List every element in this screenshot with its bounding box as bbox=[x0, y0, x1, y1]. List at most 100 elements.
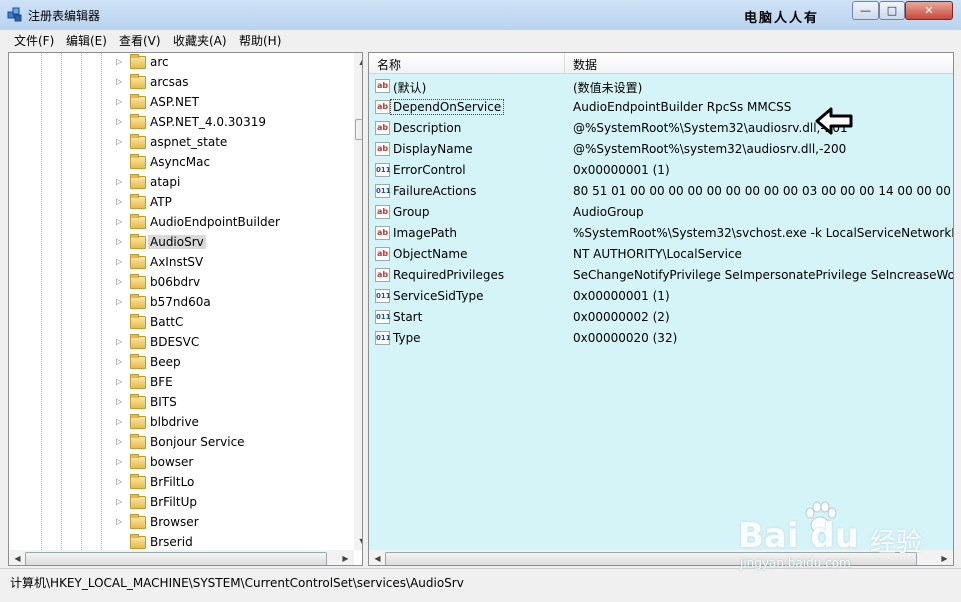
expand-arrow-icon[interactable]: ▷ bbox=[116, 97, 122, 106]
minimize-button[interactable]: — bbox=[852, 1, 879, 20]
scroll-up-arrow-icon[interactable]: ▲ bbox=[354, 57, 362, 66]
value-row[interactable]: ab DependOnService AudioEndpointBuilder Rp… bbox=[369, 97, 953, 118]
expand-arrow-icon[interactable]: ▷ bbox=[116, 177, 122, 186]
expand-arrow-icon[interactable]: ▷ bbox=[116, 397, 122, 406]
tree-item[interactable]: ▷ ATP bbox=[9, 193, 349, 213]
value-row[interactable]: ab Group AudioGroup bbox=[369, 202, 953, 223]
expand-arrow-icon[interactable]: ▷ bbox=[116, 57, 122, 66]
tree-vertical-scrollbar[interactable]: ▲ ▼ bbox=[354, 53, 362, 550]
tree-item[interactable]: ▷ blbdrive bbox=[9, 413, 349, 433]
values-list-pane[interactable]: 名称 数据 ab (默认) (数值未设置) ab DependOnService Audi… bbox=[368, 52, 954, 566]
maximize-button[interactable]: □ bbox=[879, 1, 905, 20]
tree-item[interactable]: ▷ ASP.NET_4.0.30319 bbox=[9, 113, 349, 133]
menu-view[interactable]: 查看(V) bbox=[119, 32, 161, 49]
expand-arrow-icon[interactable]: ▷ bbox=[116, 217, 122, 226]
expand-arrow-icon[interactable]: ▷ bbox=[116, 137, 122, 146]
scroll-left-arrow-icon[interactable]: ◀ bbox=[369, 554, 386, 563]
expand-arrow-icon[interactable]: ▷ bbox=[116, 437, 122, 446]
expand-arrow-icon[interactable]: ▷ bbox=[116, 77, 122, 86]
value-row[interactable]: ab Description @%SystemRoot%\System32\audi… bbox=[369, 118, 953, 139]
expand-arrow-icon[interactable]: ▷ bbox=[116, 117, 122, 126]
tree-item[interactable]: ▷ Bonjour Service bbox=[9, 433, 349, 453]
tree-item[interactable]: ▷ BFE bbox=[9, 373, 349, 393]
expand-arrow-icon[interactable]: ▷ bbox=[116, 357, 122, 366]
tree-item[interactable]: ▷ BrFiltUp bbox=[9, 493, 349, 513]
tree-item[interactable]: ▷ aspnet_state bbox=[9, 133, 349, 153]
baidu-logo-text: Bai du bbox=[738, 516, 859, 556]
value-name: FailureActions bbox=[393, 184, 477, 198]
tree-item[interactable]: ▷ Browser bbox=[9, 513, 349, 533]
expand-arrow-icon[interactable]: ▷ bbox=[116, 457, 122, 466]
string-value-icon: ab bbox=[375, 100, 390, 114]
value-row[interactable]: 011 ErrorControl 0x00000001 (1) bbox=[369, 160, 953, 181]
column-divider[interactable] bbox=[564, 53, 565, 73]
expand-arrow-icon[interactable]: ▷ bbox=[116, 277, 122, 286]
value-name: (默认) bbox=[393, 81, 427, 95]
tree-item-label: AxInstSV bbox=[150, 255, 204, 269]
tree-item[interactable]: ▷ b06bdrv bbox=[9, 273, 349, 293]
tree-item[interactable]: ▷ AudioEndpointBuilder bbox=[9, 213, 349, 233]
value-row[interactable]: 011 ServiceSidType 0x00000001 (1) bbox=[369, 286, 953, 307]
tree-item[interactable]: BattC bbox=[9, 313, 349, 333]
tree-item[interactable]: ▷ arcsas bbox=[9, 73, 349, 93]
scroll-down-arrow-icon[interactable]: ▼ bbox=[354, 537, 362, 546]
value-row[interactable]: ab ImagePath %SystemRoot%\System32\svchost… bbox=[369, 223, 953, 244]
window-title: 注册表编辑器 bbox=[28, 9, 101, 23]
expand-arrow-icon[interactable]: ▷ bbox=[116, 237, 122, 246]
close-button[interactable]: ✕ bbox=[905, 1, 953, 20]
value-row[interactable]: 011 Start 0x00000002 (2) bbox=[369, 307, 953, 328]
tree-item[interactable]: AsyncMac bbox=[9, 153, 349, 173]
expand-arrow-icon[interactable]: ▷ bbox=[116, 257, 122, 266]
scroll-right-arrow-icon[interactable]: ▶ bbox=[337, 554, 354, 563]
expand-arrow-icon[interactable]: ▷ bbox=[116, 197, 122, 206]
tree-item-label: Beep bbox=[150, 355, 181, 369]
value-row[interactable]: ab ObjectName NT AUTHORITY\LocalService bbox=[369, 244, 953, 265]
value-row[interactable]: 011 Type 0x00000020 (32) bbox=[369, 328, 953, 349]
value-row[interactable]: ab DisplayName @%SystemRoot%\system32\audi… bbox=[369, 139, 953, 160]
key-path: 计算机\HKEY_LOCAL_MACHINE\SYSTEM\CurrentCon… bbox=[10, 576, 464, 590]
scroll-thumb[interactable] bbox=[355, 119, 362, 140]
folder-icon bbox=[130, 234, 146, 249]
tree-item[interactable]: ▷ BrFiltLo bbox=[9, 473, 349, 493]
string-value-icon: ab bbox=[375, 79, 390, 93]
tree-item-label: BITS bbox=[150, 395, 177, 409]
expand-arrow-icon[interactable]: ▷ bbox=[116, 497, 122, 506]
expand-arrow-icon[interactable]: ▷ bbox=[116, 477, 122, 486]
tree-item[interactable]: ▷ AxInstSV bbox=[9, 253, 349, 273]
tree-item-label: Bonjour Service bbox=[150, 435, 245, 449]
value-data: AudioEndpointBuilder RpcSs MMCSS bbox=[573, 100, 792, 114]
scroll-thumb[interactable] bbox=[25, 552, 327, 565]
menu-file[interactable]: 文件(F) bbox=[14, 32, 54, 49]
value-row[interactable]: ab RequiredPrivileges SeChangeNotifyPrivil… bbox=[369, 265, 953, 286]
scroll-right-arrow-icon[interactable]: ▶ bbox=[936, 554, 953, 563]
column-header-name[interactable]: 名称 bbox=[377, 56, 401, 73]
key-tree-pane[interactable]: ▷ arc ▷ arcsas ▷ ASP.NET ▷ ASP.NET_4.0.30319 ▷ as… bbox=[8, 52, 363, 566]
expand-arrow-icon[interactable]: ▷ bbox=[116, 517, 122, 526]
column-header-data[interactable]: 数据 bbox=[573, 56, 597, 73]
tree-item[interactable]: ▷ AudioSrv bbox=[9, 233, 349, 253]
expand-arrow-icon[interactable]: ▷ bbox=[116, 337, 122, 346]
value-row[interactable]: ab (默认) (数值未设置) bbox=[369, 76, 953, 97]
tree-item[interactable]: ▷ atapi bbox=[9, 173, 349, 193]
folder-icon bbox=[130, 294, 146, 309]
tree-item[interactable]: ▷ BITS bbox=[9, 393, 349, 413]
tree-item[interactable]: ▷ arc bbox=[9, 53, 349, 73]
expand-arrow-icon[interactable]: ▷ bbox=[116, 417, 122, 426]
tree-horizontal-scrollbar[interactable]: ◀ ▶ bbox=[9, 550, 354, 565]
tree-item[interactable]: ▷ Beep bbox=[9, 353, 349, 373]
menu-help[interactable]: 帮助(H) bbox=[239, 32, 281, 49]
expand-arrow-icon[interactable]: ▷ bbox=[116, 377, 122, 386]
tree-item-label: atapi bbox=[150, 175, 181, 189]
folder-icon bbox=[130, 194, 146, 209]
tree-item[interactable]: ▷ bowser bbox=[9, 453, 349, 473]
folder-icon bbox=[130, 434, 146, 449]
tree-item-label: b06bdrv bbox=[150, 275, 201, 289]
menu-edit[interactable]: 编辑(E) bbox=[66, 32, 107, 49]
menu-favorites[interactable]: 收藏夹(A) bbox=[173, 32, 227, 49]
tree-item[interactable]: ▷ BDESVC bbox=[9, 333, 349, 353]
tree-item[interactable]: ▷ b57nd60a bbox=[9, 293, 349, 313]
scroll-left-arrow-icon[interactable]: ◀ bbox=[9, 554, 26, 563]
expand-arrow-icon[interactable]: ▷ bbox=[116, 297, 122, 306]
tree-item[interactable]: ▷ ASP.NET bbox=[9, 93, 349, 113]
value-row[interactable]: 011 FailureActions 80 51 01 00 00 00 00 00… bbox=[369, 181, 953, 202]
